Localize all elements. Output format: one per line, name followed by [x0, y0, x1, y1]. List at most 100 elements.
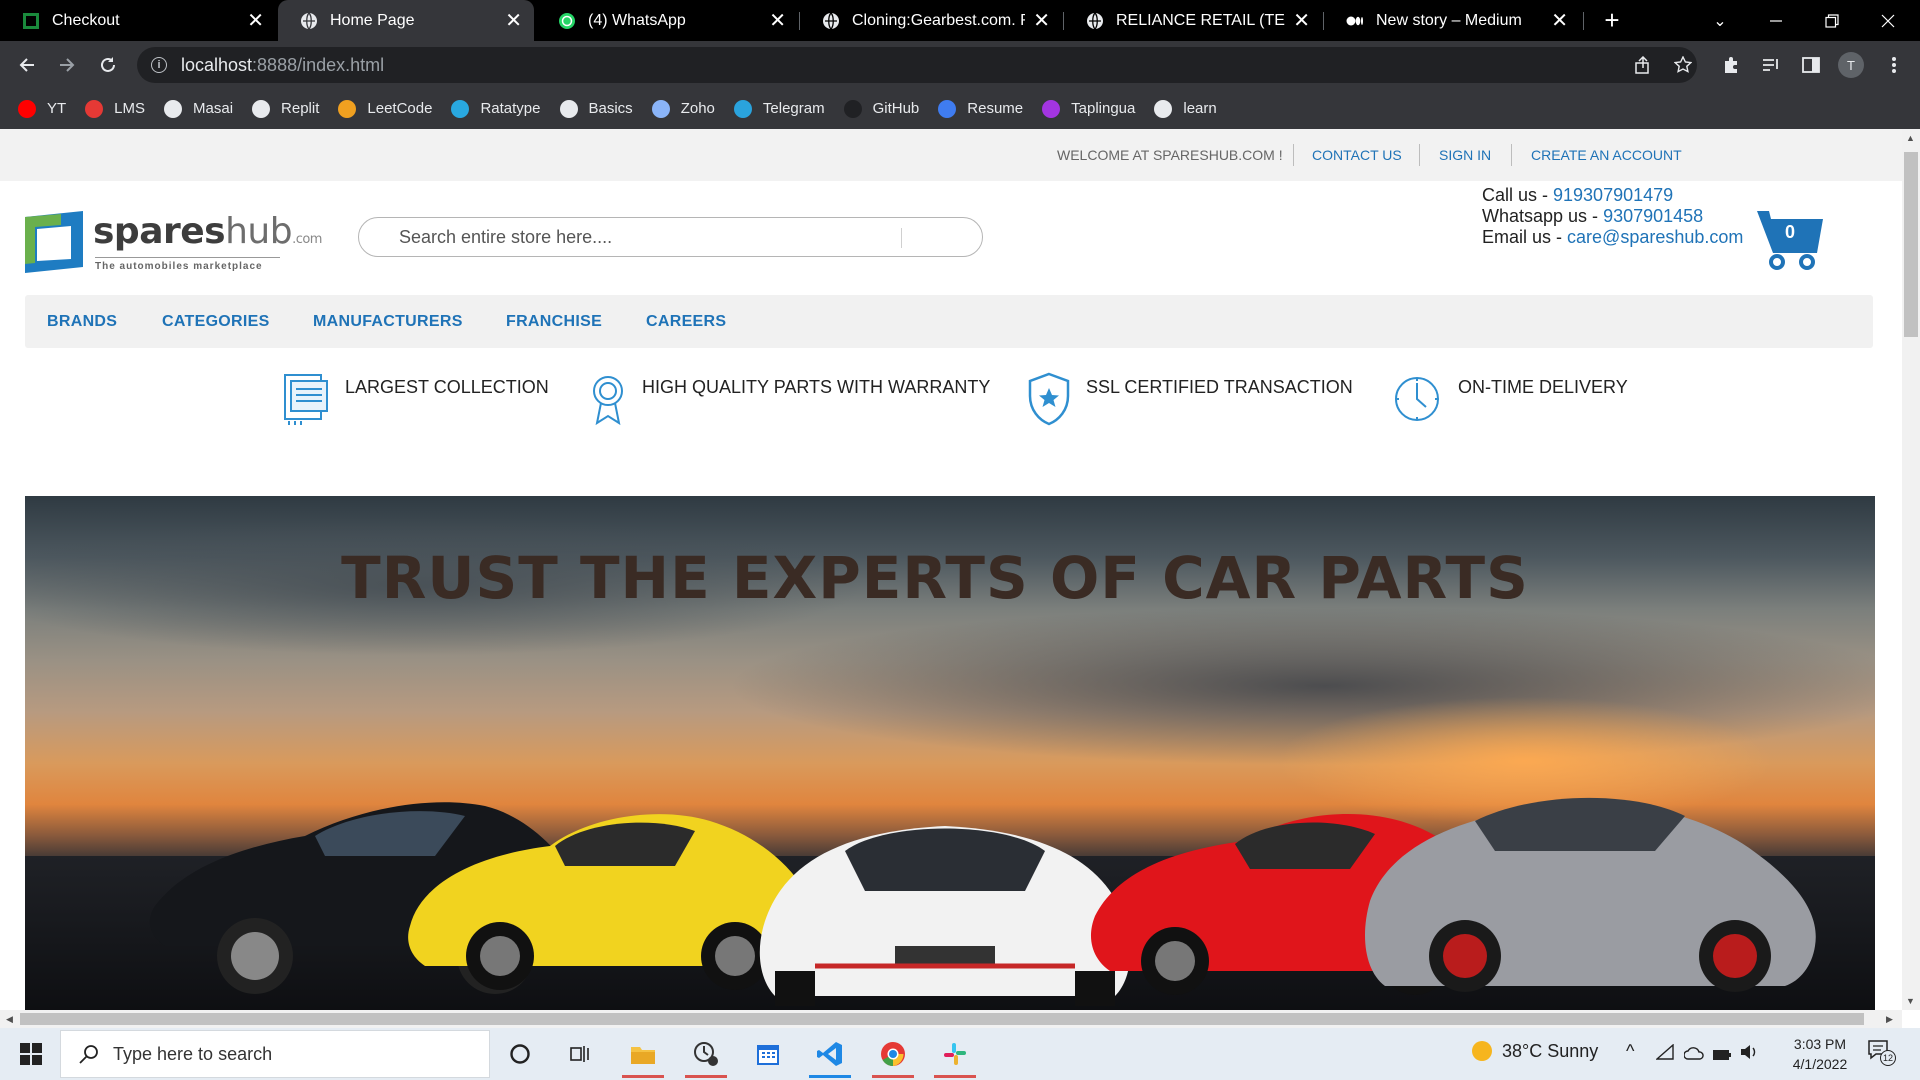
windows-start-icon[interactable]	[4, 1030, 58, 1078]
bookmark-taplingua[interactable]: Taplingua	[1042, 99, 1135, 118]
close-tab-icon[interactable]: ✕	[1293, 8, 1310, 33]
tab-cloning-gearbest[interactable]: Cloning:Gearbest.com. Rea ✕	[800, 0, 1062, 41]
clock-app-icon[interactable]	[679, 1030, 733, 1078]
address-bar[interactable]: i localhost:8888/index.html	[137, 47, 1697, 83]
file-explorer-icon[interactable]	[616, 1030, 670, 1078]
close-window-button[interactable]	[1860, 0, 1916, 41]
bookmark-label: Ratatype	[480, 100, 541, 117]
bookmark-label: LMS	[114, 100, 146, 117]
sign-in-link[interactable]: SIGN IN	[1439, 147, 1491, 163]
scroll-up-arrow-icon[interactable]: ▲	[1906, 133, 1915, 143]
shield-star-icon	[1028, 372, 1070, 426]
bookmark-basics[interactable]: Basics	[559, 99, 633, 118]
forward-button[interactable]	[47, 41, 87, 88]
top-bar-divider	[1293, 144, 1294, 166]
vertical-scroll-thumb[interactable]	[1904, 152, 1918, 337]
back-button[interactable]	[7, 41, 47, 88]
star-icon	[1042, 99, 1061, 118]
close-tab-icon[interactable]: ✕	[1033, 8, 1050, 33]
menu-kebab-icon[interactable]	[1876, 47, 1912, 83]
url-host: localhost	[181, 54, 253, 75]
volume-icon[interactable]	[1740, 1044, 1758, 1065]
tab-title: (4) WhatsApp	[588, 11, 686, 29]
bookmark-resume[interactable]: Resume	[938, 99, 1024, 118]
nav-careers[interactable]: CAREERS	[646, 313, 726, 331]
nav-brands[interactable]: BRANDS	[47, 313, 117, 331]
logo-name-a: spares	[93, 211, 226, 252]
extensions-icon[interactable]	[1713, 47, 1749, 83]
search-icon	[79, 1045, 98, 1064]
scroll-left-arrow-icon[interactable]: ◀	[6, 1014, 13, 1025]
battery-icon[interactable]	[1712, 1045, 1732, 1066]
close-tab-icon[interactable]: ✕	[505, 8, 522, 33]
cortana-icon[interactable]	[493, 1030, 547, 1078]
email-address[interactable]: care@spareshub.com	[1567, 227, 1743, 247]
tab-reliance-retail[interactable]: RELIANCE RETAIL (TEAM — ✕	[1064, 0, 1322, 41]
notifications-icon[interactable]: 12	[1868, 1040, 1896, 1067]
show-hidden-icons-chevron-icon[interactable]: ^	[1626, 1041, 1634, 1062]
tab-title: Cloning:Gearbest.com. Rea	[852, 11, 1025, 29]
tab-checkout[interactable]: Checkout ✕	[0, 0, 276, 41]
nav-manufacturers[interactable]: MANUFACTURERS	[313, 313, 463, 331]
bookmark-learn[interactable]: learn	[1154, 99, 1217, 118]
bookmark-telegram[interactable]: Telegram	[733, 99, 825, 118]
chrome-icon[interactable]	[866, 1030, 920, 1078]
tab-whatsapp[interactable]: (4) WhatsApp ✕	[536, 0, 798, 41]
call-us-number[interactable]: 919307901479	[1553, 185, 1673, 205]
bookmark-leetcode[interactable]: LeetCode	[338, 99, 432, 118]
share-icon[interactable]	[1625, 47, 1661, 83]
whatsapp-number[interactable]: 9307901458	[1603, 206, 1703, 226]
bookmark-github[interactable]: GitHub	[843, 99, 919, 118]
tab-home-page[interactable]: Home Page ✕	[278, 0, 534, 41]
url-path: :8888/index.html	[252, 54, 385, 75]
spareshub-logo[interactable]: spareshub.com The automobiles marketplac…	[25, 211, 322, 275]
logo-suffix: .com	[292, 232, 322, 247]
nav-categories[interactable]: CATEGORIES	[162, 313, 270, 331]
restore-button[interactable]	[1804, 0, 1860, 41]
bookmark-label: Resume	[967, 100, 1024, 117]
site-info-icon[interactable]: i	[151, 57, 167, 73]
side-panel-icon[interactable]	[1793, 47, 1829, 83]
tab-search-chevron-icon[interactable]: ⌄	[1692, 0, 1748, 41]
onedrive-cloud-icon[interactable]	[1683, 1044, 1704, 1065]
close-tab-icon[interactable]: ✕	[769, 8, 786, 33]
nav-franchise[interactable]: FRANCHISE	[506, 313, 602, 331]
weather-widget[interactable]: 38°C Sunny	[1472, 1041, 1598, 1062]
cart-count-badge: 0	[1784, 222, 1795, 242]
task-view-icon[interactable]	[553, 1030, 607, 1078]
bookmark-replit[interactable]: Replit	[252, 99, 319, 118]
close-tab-icon[interactable]: ✕	[1551, 8, 1568, 33]
taskbar-search-input[interactable]: Type here to search	[60, 1030, 490, 1078]
medium-icon	[1346, 12, 1364, 30]
vscode-icon[interactable]	[803, 1030, 857, 1078]
network-icon[interactable]	[1655, 1043, 1674, 1065]
globe-icon	[1154, 99, 1173, 118]
system-clock[interactable]: 3:03 PM 4/1/2022	[1770, 1034, 1870, 1074]
tab-medium[interactable]: New story – Medium ✕	[1324, 0, 1580, 41]
bookmark-masai[interactable]: Masai	[164, 99, 233, 118]
reload-button[interactable]	[88, 41, 128, 88]
profile-avatar[interactable]: T	[1833, 47, 1869, 83]
new-tab-button[interactable]: +	[1584, 0, 1640, 41]
bookmark-star-icon[interactable]	[1665, 47, 1701, 83]
bookmark-yt[interactable]: YT	[18, 99, 66, 118]
page-viewport: WELCOME AT SPARESHUB.COM ! CONTACT US SI…	[0, 129, 1902, 1010]
search-input[interactable]: Search entire store here....	[358, 217, 983, 257]
scroll-down-arrow-icon[interactable]: ▼	[1906, 996, 1915, 1006]
reading-list-icon[interactable]	[1753, 47, 1789, 83]
bookmark-lms[interactable]: LMS	[85, 99, 146, 118]
bookmark-zoho[interactable]: Zoho	[651, 99, 715, 118]
call-us-line: Call us - 919307901479	[1482, 185, 1673, 206]
contact-us-link[interactable]: CONTACT US	[1312, 147, 1402, 163]
create-account-link[interactable]: CREATE AN ACCOUNT	[1531, 147, 1682, 163]
main-navigation	[25, 295, 1873, 348]
tab-title: Checkout	[52, 11, 120, 29]
slack-icon[interactable]	[928, 1030, 982, 1078]
top-bar-divider	[1511, 144, 1512, 166]
minimize-button[interactable]	[1748, 0, 1804, 41]
close-tab-icon[interactable]: ✕	[247, 8, 264, 33]
calendar-icon[interactable]	[741, 1030, 795, 1078]
bookmark-ratatype[interactable]: Ratatype	[451, 99, 541, 118]
scroll-right-arrow-icon[interactable]: ▶	[1886, 1014, 1893, 1025]
horizontal-scroll-thumb[interactable]	[20, 1013, 1864, 1025]
